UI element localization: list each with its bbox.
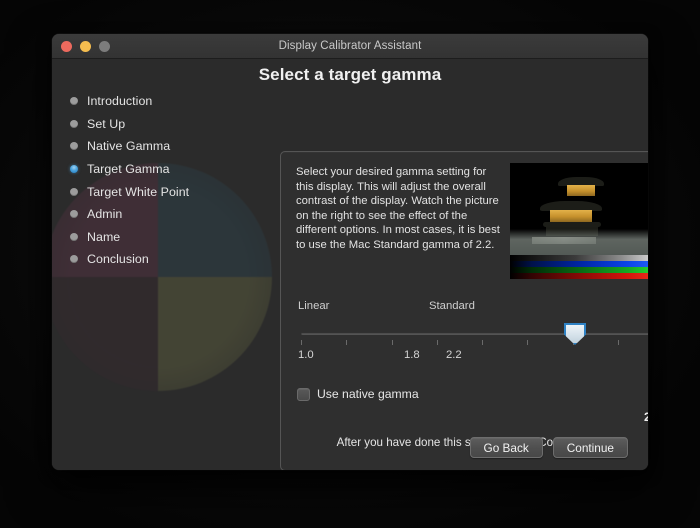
page-title: Select a target gamma [258, 65, 442, 84]
slider-track[interactable] [301, 332, 648, 335]
slider-tick [301, 340, 302, 345]
gamma-slider[interactable] [296, 319, 648, 349]
slider-label-2-2: 2.2 [446, 349, 462, 361]
step-bullet-icon-active [70, 165, 78, 174]
sidebar-item-label: Conclusion [87, 252, 149, 267]
zoom-button[interactable] [99, 40, 110, 52]
slider-label-1-8: 1.8 [404, 349, 420, 361]
preview-photo [510, 163, 648, 255]
color-bar-strip [510, 255, 648, 279]
gamma-preview-image [510, 163, 648, 279]
slider-caption-linear: Linear [298, 300, 330, 312]
sidebar-item-native-gamma[interactable]: Native Gamma [70, 135, 228, 158]
pond-water [510, 229, 648, 255]
sidebar-item-label: Native Gamma [87, 139, 171, 154]
sidebar-item-admin[interactable]: Admin [70, 203, 228, 226]
use-native-gamma-checkbox[interactable] [297, 387, 310, 401]
gamma-value-readout: 2.2 [644, 410, 648, 424]
traffic-lights [61, 40, 110, 52]
close-button[interactable] [61, 40, 72, 52]
content-panel: Select your desired gamma setting for th… [280, 151, 648, 470]
sidebar-item-target-white-point[interactable]: Target White Point [70, 180, 228, 203]
slider-scale-labels: 1.0 1.8 2.2 [296, 349, 648, 365]
step-bullet-icon [70, 119, 78, 128]
step-bullet-icon [70, 187, 78, 196]
step-bullet-icon [70, 142, 78, 151]
step-bullet-icon [70, 255, 78, 264]
use-native-gamma-row[interactable]: Use native gamma [297, 387, 419, 401]
sidebar-item-label: Target White Point [87, 184, 190, 199]
window-titlebar: Display Calibrator Assistant [52, 34, 648, 59]
slider-tick [527, 340, 529, 345]
slider-label-1-0: 1.0 [298, 349, 314, 361]
sidebar-item-set-up[interactable]: Set Up [70, 113, 228, 136]
slider-tick [346, 340, 348, 345]
slider-tick [391, 340, 393, 345]
step-navigation-sidebar: Introduction Set Up Native Gamma Target … [70, 90, 228, 271]
gamma-slider-group: Linear Standard 1.0 1.8 2.2 [296, 300, 648, 365]
sidebar-item-label: Target Gamma [87, 162, 170, 177]
window-title: Display Calibrator Assistant [278, 40, 422, 52]
sidebar-item-conclusion[interactable]: Conclusion [70, 248, 228, 271]
go-back-button[interactable]: Go Back [469, 437, 543, 458]
description-text: Select your desired gamma setting for th… [296, 166, 500, 251]
footer-buttons: Go Back Continue [469, 437, 628, 458]
use-native-gamma-label: Use native gamma [317, 387, 419, 401]
window-body: Select a target gamma Introduction Set U… [52, 59, 648, 470]
sidebar-item-label: Admin [87, 207, 123, 222]
color-bar-red [510, 273, 648, 279]
continue-button[interactable]: Continue [552, 437, 628, 458]
minimize-button[interactable] [80, 40, 91, 52]
slider-tick [482, 340, 483, 345]
sidebar-item-label: Name [87, 229, 121, 244]
slider-ticks [301, 340, 648, 346]
step-bullet-icon [70, 210, 78, 219]
sidebar-item-introduction[interactable]: Introduction [70, 90, 228, 113]
pagoda-body-middle [550, 210, 592, 222]
slider-tick [617, 340, 619, 345]
step-bullet-icon [70, 232, 78, 241]
step-bullet-icon [70, 97, 78, 106]
display-calibrator-window: Display Calibrator Assistant Select a ta… [52, 34, 648, 470]
screen: Display Calibrator Assistant Select a ta… [0, 0, 700, 528]
sidebar-item-target-gamma[interactable]: Target Gamma [70, 158, 228, 181]
pagoda-body-upper [567, 185, 595, 196]
slider-captions: Linear Standard [296, 300, 648, 316]
sidebar-item-label: Introduction [87, 94, 153, 109]
slider-tick [436, 340, 438, 345]
sidebar-item-name[interactable]: Name [70, 226, 228, 249]
sidebar-item-label: Set Up [87, 116, 126, 131]
slider-caption-standard: Standard [429, 300, 475, 312]
